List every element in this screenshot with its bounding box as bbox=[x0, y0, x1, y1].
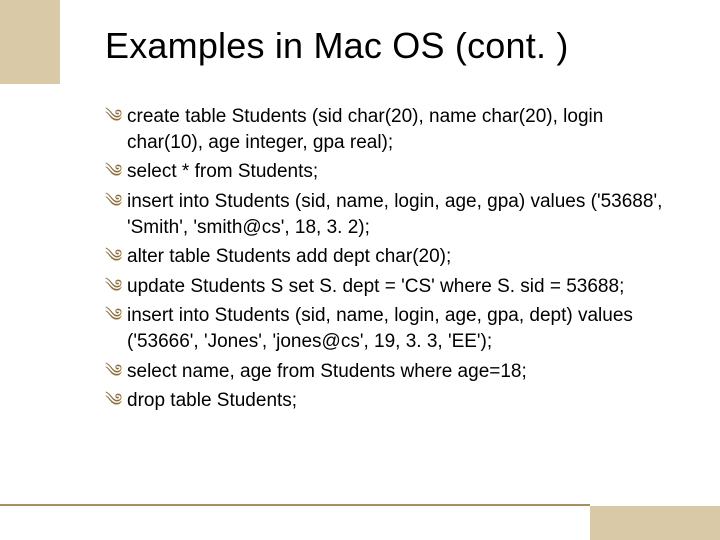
slide: Examples in Mac OS (cont. ) ༄ create tab… bbox=[0, 0, 720, 540]
bullet-icon: ༄ bbox=[105, 104, 127, 128]
list-item: ༄ create table Students (sid char(20), n… bbox=[105, 104, 670, 155]
list-item-text: select * from Students; bbox=[127, 159, 670, 185]
list-item-text: alter table Students add dept char(20); bbox=[127, 244, 670, 270]
bullet-icon: ༄ bbox=[105, 388, 127, 412]
list-item: ༄ update Students S set S. dept = 'CS' w… bbox=[105, 274, 670, 300]
list-item-text: update Students S set S. dept = 'CS' whe… bbox=[127, 274, 670, 300]
bullet-icon: ༄ bbox=[105, 303, 127, 327]
bullet-icon: ༄ bbox=[105, 359, 127, 383]
bottom-rule bbox=[0, 504, 590, 506]
list-item: ༄ insert into Students (sid, name, login… bbox=[105, 303, 670, 354]
list-item-text: insert into Students (sid, name, login, … bbox=[127, 303, 670, 354]
bullet-icon: ༄ bbox=[105, 274, 127, 298]
slide-title: Examples in Mac OS (cont. ) bbox=[105, 25, 680, 67]
list-item-text: select name, age from Students where age… bbox=[127, 359, 670, 385]
list-item: ༄ select name, age from Students where a… bbox=[105, 359, 670, 385]
list-item: ༄ select * from Students; bbox=[105, 159, 670, 185]
bullet-icon: ༄ bbox=[105, 244, 127, 268]
list-item-text: drop table Students; bbox=[127, 388, 670, 414]
list-item-text: create table Students (sid char(20), nam… bbox=[127, 104, 670, 155]
list-item: ༄ drop table Students; bbox=[105, 388, 670, 414]
list-item-text: insert into Students (sid, name, login, … bbox=[127, 189, 670, 240]
list-item: ༄ alter table Students add dept char(20)… bbox=[105, 244, 670, 270]
bullet-icon: ༄ bbox=[105, 159, 127, 183]
bullet-icon: ༄ bbox=[105, 189, 127, 213]
list-item: ༄ insert into Students (sid, name, login… bbox=[105, 189, 670, 240]
slide-body: ༄ create table Students (sid char(20), n… bbox=[105, 104, 670, 418]
corner-decoration-bottom-right bbox=[590, 506, 720, 540]
corner-decoration-top-left bbox=[0, 0, 60, 84]
